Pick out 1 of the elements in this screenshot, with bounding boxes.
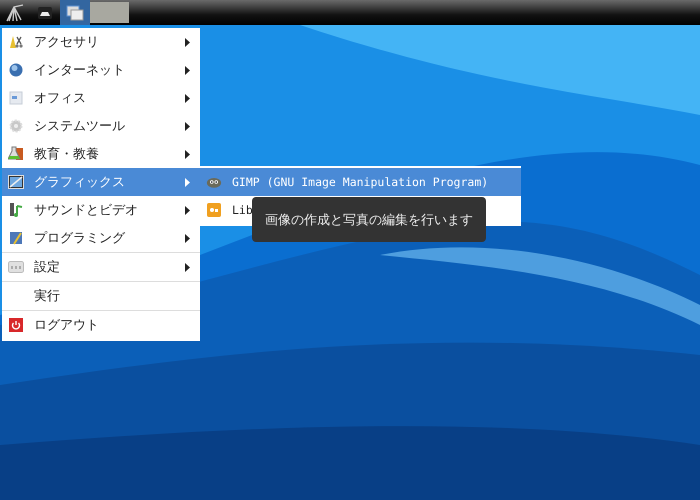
- tooltip-text: 画像の作成と写真の編集を行います: [265, 212, 473, 228]
